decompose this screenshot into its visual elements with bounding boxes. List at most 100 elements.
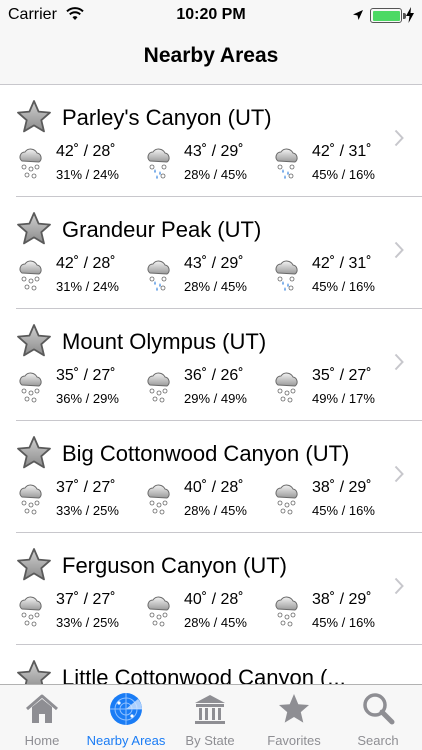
area-row[interactable]: Little Cottonwood Canyon (...: [0, 645, 422, 684]
rain-cloud-icon: [272, 145, 300, 181]
forecast-temps: 38˚ / 29˚: [312, 591, 372, 608]
favorite-star-icon[interactable]: [16, 211, 52, 247]
area-row[interactable]: Grandeur Peak (UT) 42˚ / 28˚ 31% / 24% 4…: [0, 197, 422, 309]
nearby-areas-list[interactable]: Parley's Canyon (UT) 42˚ / 28˚ 31% / 24%…: [0, 85, 422, 684]
tab-search[interactable]: Search: [336, 685, 420, 750]
forecast-day: 38˚ / 29˚ 45% / 16%: [272, 479, 396, 523]
location-arrow-icon: [352, 8, 364, 26]
forecast-temps: 40˚ / 28˚: [184, 591, 244, 608]
tab-label: Favorites: [267, 733, 321, 748]
tab-label: Search: [357, 733, 399, 748]
area-row[interactable]: Big Cottonwood Canyon (UT) 37˚ / 27˚ 33%…: [0, 421, 422, 533]
forecast-precip: 29% / 49%: [184, 391, 247, 406]
favorite-star-icon[interactable]: [16, 659, 52, 684]
forecast-precip: 28% / 45%: [184, 615, 247, 630]
forecast-day: 38˚ / 29˚ 45% / 16%: [272, 591, 396, 635]
forecast-temps: 35˚ / 27˚: [312, 367, 372, 384]
status-bar: Carrier 10:20 PM: [0, 0, 422, 32]
forecast-temps: 43˚ / 29˚: [184, 143, 244, 160]
snow-cloud-icon: [272, 481, 300, 517]
forecast-temps: 38˚ / 29˚: [312, 479, 372, 496]
rain-cloud-icon: [272, 257, 300, 293]
tab-by-state[interactable]: By State: [168, 685, 252, 750]
tab-label: Nearby Areas: [86, 733, 166, 748]
area-name: Grandeur Peak (UT): [62, 217, 262, 242]
forecast-day: 42˚ / 31˚ 45% / 16%: [272, 143, 396, 187]
forecast-day: 42˚ / 28˚ 31% / 24%: [16, 143, 140, 187]
tab-nearby-areas[interactable]: Nearby Areas: [84, 685, 168, 750]
page-title: Nearby Areas: [143, 44, 279, 67]
forecast-day: 42˚ / 28˚ 31% / 24%: [16, 255, 140, 299]
forecast-day: 40˚ / 28˚ 28% / 45%: [144, 591, 268, 635]
forecast-precip: 31% / 24%: [56, 279, 119, 294]
snow-cloud-icon: [16, 369, 44, 405]
forecast-temps: 37˚ / 27˚: [56, 591, 116, 608]
home-icon: [26, 694, 58, 723]
forecast-precip: 49% / 17%: [312, 391, 375, 406]
snow-cloud-icon: [144, 481, 172, 517]
forecast-precip: 28% / 45%: [184, 279, 247, 294]
capitol-building-icon: [195, 695, 225, 724]
favorite-star-icon[interactable]: [16, 323, 52, 359]
snow-cloud-icon: [16, 145, 44, 181]
star-icon: [279, 694, 309, 723]
forecast-day: 43˚ / 29˚ 28% / 45%: [144, 143, 268, 187]
forecast-day: 37˚ / 27˚ 33% / 25%: [16, 591, 140, 635]
forecast-precip: 33% / 25%: [56, 503, 119, 518]
area-row[interactable]: Parley's Canyon (UT) 42˚ / 28˚ 31% / 24%…: [0, 85, 422, 197]
search-icon: [363, 693, 395, 725]
forecast-temps: 42˚ / 31˚: [312, 255, 372, 272]
forecast-precip: 45% / 16%: [312, 279, 375, 294]
chevron-right-icon: [394, 465, 404, 483]
radar-icon: [110, 693, 142, 725]
forecast-temps: 42˚ / 28˚: [56, 143, 116, 160]
forecast-day: 35˚ / 27˚ 49% / 17%: [272, 367, 396, 411]
forecast-day: 40˚ / 28˚ 28% / 45%: [144, 479, 268, 523]
forecast-precip: 45% / 16%: [312, 503, 375, 518]
forecast-temps: 42˚ / 31˚: [312, 143, 372, 160]
area-name: Parley's Canyon (UT): [62, 105, 272, 130]
favorite-star-icon[interactable]: [16, 547, 52, 583]
favorite-star-icon[interactable]: [16, 435, 52, 471]
wifi-icon: [66, 7, 84, 26]
tab-label: Home: [24, 733, 60, 748]
forecast-day: 37˚ / 27˚ 33% / 25%: [16, 479, 140, 523]
area-row[interactable]: Ferguson Canyon (UT) 37˚ / 27˚ 33% / 25%…: [0, 533, 422, 645]
area-name: Ferguson Canyon (UT): [62, 553, 287, 578]
snow-cloud-icon: [16, 257, 44, 293]
forecast-temps: 40˚ / 28˚: [184, 479, 244, 496]
chevron-right-icon: [394, 577, 404, 595]
snow-cloud-icon: [144, 369, 172, 405]
tab-label: By State: [185, 733, 235, 748]
forecast-temps: 36˚ / 26˚: [184, 367, 244, 384]
chevron-right-icon: [394, 353, 404, 371]
forecast-precip: 28% / 45%: [184, 503, 247, 518]
forecast-precip: 31% / 24%: [56, 167, 119, 182]
forecast-temps: 43˚ / 29˚: [184, 255, 244, 272]
snow-cloud-icon: [16, 593, 44, 629]
area-row[interactable]: Mount Olympus (UT) 35˚ / 27˚ 36% / 29% 3…: [0, 309, 422, 421]
battery-icon: [370, 8, 406, 23]
area-name: Mount Olympus (UT): [62, 329, 267, 354]
chevron-right-icon: [394, 241, 404, 259]
forecast-day: 43˚ / 29˚ 28% / 45%: [144, 255, 268, 299]
forecast-day: 42˚ / 31˚ 45% / 16%: [272, 255, 396, 299]
forecast-temps: 42˚ / 28˚: [56, 255, 116, 272]
forecast-precip: 36% / 29%: [56, 391, 119, 406]
rain-cloud-icon: [144, 145, 172, 181]
chevron-right-icon: [394, 129, 404, 147]
forecast-precip: 28% / 45%: [184, 167, 247, 182]
tab-bar: Home Nearby Areas By State Favorites Sea…: [0, 684, 422, 750]
forecast-day: 36˚ / 26˚ 29% / 49%: [144, 367, 268, 411]
charging-bolt-icon: [405, 7, 415, 28]
snow-cloud-icon: [272, 593, 300, 629]
tab-home[interactable]: Home: [0, 685, 84, 750]
snow-cloud-icon: [144, 593, 172, 629]
forecast-temps: 37˚ / 27˚: [56, 479, 116, 496]
tab-favorites[interactable]: Favorites: [252, 685, 336, 750]
favorite-star-icon[interactable]: [16, 99, 52, 135]
navigation-bar: Nearby Areas: [0, 32, 422, 85]
forecast-precip: 45% / 16%: [312, 615, 375, 630]
forecast-precip: 33% / 25%: [56, 615, 119, 630]
forecast-temps: 35˚ / 27˚: [56, 367, 116, 384]
